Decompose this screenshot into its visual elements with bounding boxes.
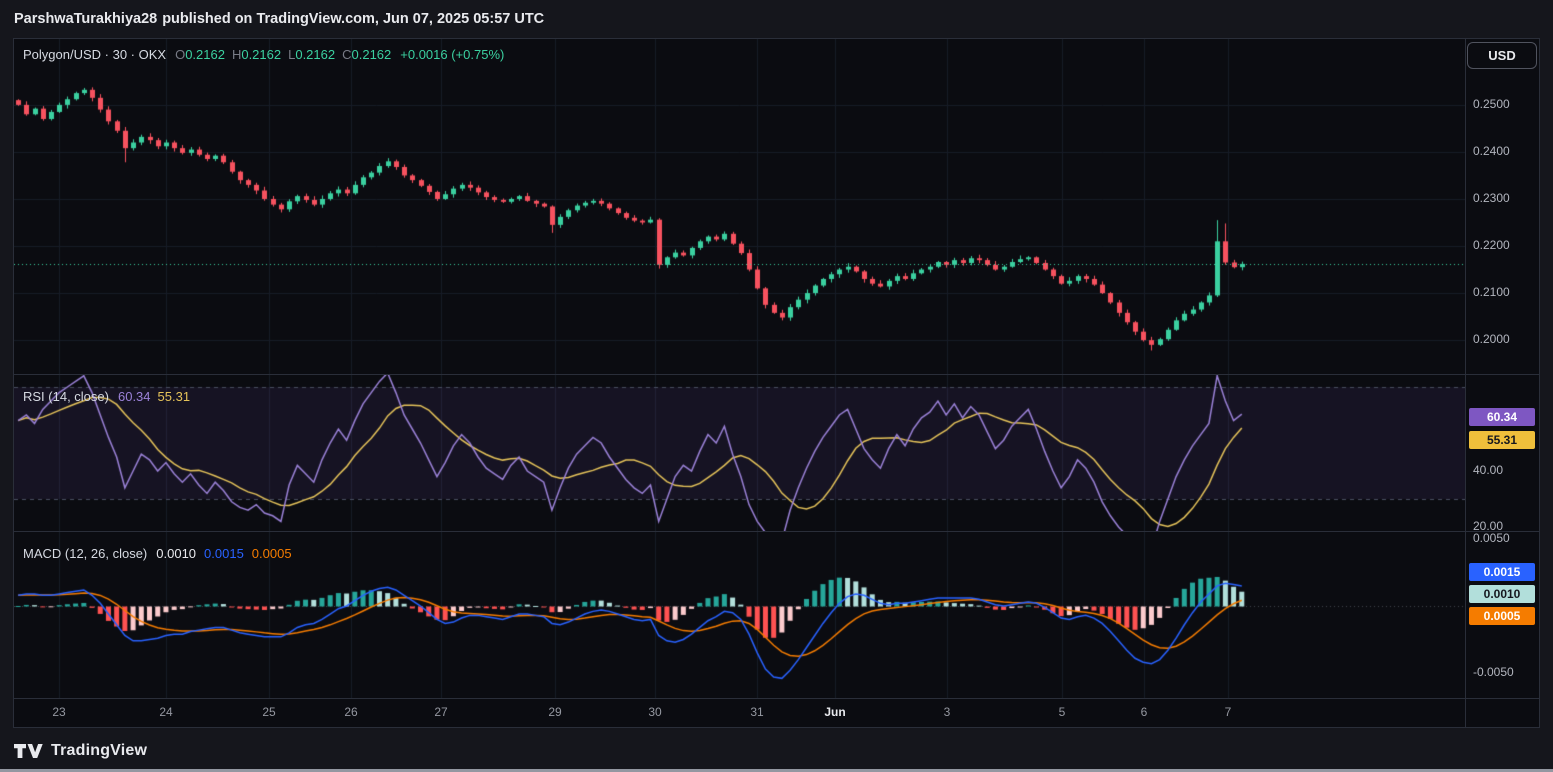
time-axis-label-month: Jun [824,705,845,719]
macd-legend: MACD (12, 26, close) 0.0010 0.0015 0.000… [23,546,292,561]
rsi-value-badge: 60.34 [1469,408,1535,426]
time-axis-label: 31 [750,705,763,719]
time-axis[interactable]: 23 24 25 26 27 29 30 31 Jun 3 5 6 7 [14,699,1465,727]
username: ParshwaTurakhiya28 [14,11,157,27]
tradingview-wordmark[interactable]: TradingView [51,742,147,760]
currency-button[interactable]: USD [1467,42,1537,69]
time-axis-label: 30 [648,705,661,719]
time-axis-label: 29 [548,705,561,719]
symbol-title[interactable]: Polygon/USD · 30 · OKX [23,47,166,62]
macd-line-value: 0.0015 [204,546,244,561]
price-axis-label: 0.2500 [1473,97,1510,111]
time-axis-label: 23 [52,705,65,719]
attribution-bar: ParshwaTurakhiya28 published on TradingV… [0,0,1553,38]
tradingview-logo-icon[interactable] [13,741,43,761]
macd-line-badge: 0.0015 [1469,563,1535,581]
price-axis-label: 0.2300 [1473,191,1510,205]
price-axis-label: 0.2000 [1473,332,1510,346]
rsi-legend: RSI (14, close) 60.34 55.31 [23,389,190,404]
rsi-ma-badge: 55.31 [1469,431,1535,449]
time-axis-label: 24 [159,705,172,719]
macd-signal-value: 0.0005 [252,546,292,561]
chart-frame: Polygon/USD · 30 · OKX O0.2162 H0.2162 L… [13,38,1540,728]
ohlc-high: H0.2162 [232,47,281,62]
rsi-axis-label: 40.00 [1473,463,1503,477]
time-axis-label: 26 [344,705,357,719]
macd-hist-value: 0.0010 [156,546,196,561]
publish-info: published on TradingView.com, Jun 07, 20… [162,11,544,27]
price-chart-canvas[interactable] [14,39,1465,374]
ohlc-low: L0.2162 [288,47,335,62]
page: { "header": { "username": "ParshwaTurakh… [0,0,1553,772]
pane-separator[interactable] [14,374,1539,375]
rsi-value: 60.34 [118,389,151,404]
rsi-pane-canvas[interactable] [14,375,1465,531]
macd-signal-badge: 0.0005 [1469,607,1535,625]
macd-axis-label: -0.0050 [1473,665,1514,679]
ohlc-open: O0.2162 [175,47,225,62]
time-axis-label: 25 [262,705,275,719]
ohlc-close: C0.2162 [342,47,391,62]
price-change: +0.0016 (+0.75%) [400,47,504,62]
price-axis-label: 0.2100 [1473,285,1510,299]
macd-title[interactable]: MACD (12, 26, close) [23,546,147,561]
rsi-title[interactable]: RSI (14, close) [23,389,109,404]
time-axis-label: 6 [1141,705,1148,719]
pane-separator[interactable] [14,531,1539,532]
time-axis-label: 7 [1225,705,1232,719]
time-axis-label: 5 [1059,705,1066,719]
macd-axis-label: 0.0050 [1473,531,1510,545]
footer: TradingView [13,737,147,765]
time-axis-label: 3 [944,705,951,719]
macd-hist-badge: 0.0010 [1469,585,1535,603]
price-axis-label: 0.2400 [1473,144,1510,158]
time-axis-label: 27 [434,705,447,719]
price-legend: Polygon/USD · 30 · OKX O0.2162 H0.2162 L… [23,47,504,62]
price-axis-label: 0.2200 [1473,238,1510,252]
rsi-ma-value: 55.31 [158,389,191,404]
